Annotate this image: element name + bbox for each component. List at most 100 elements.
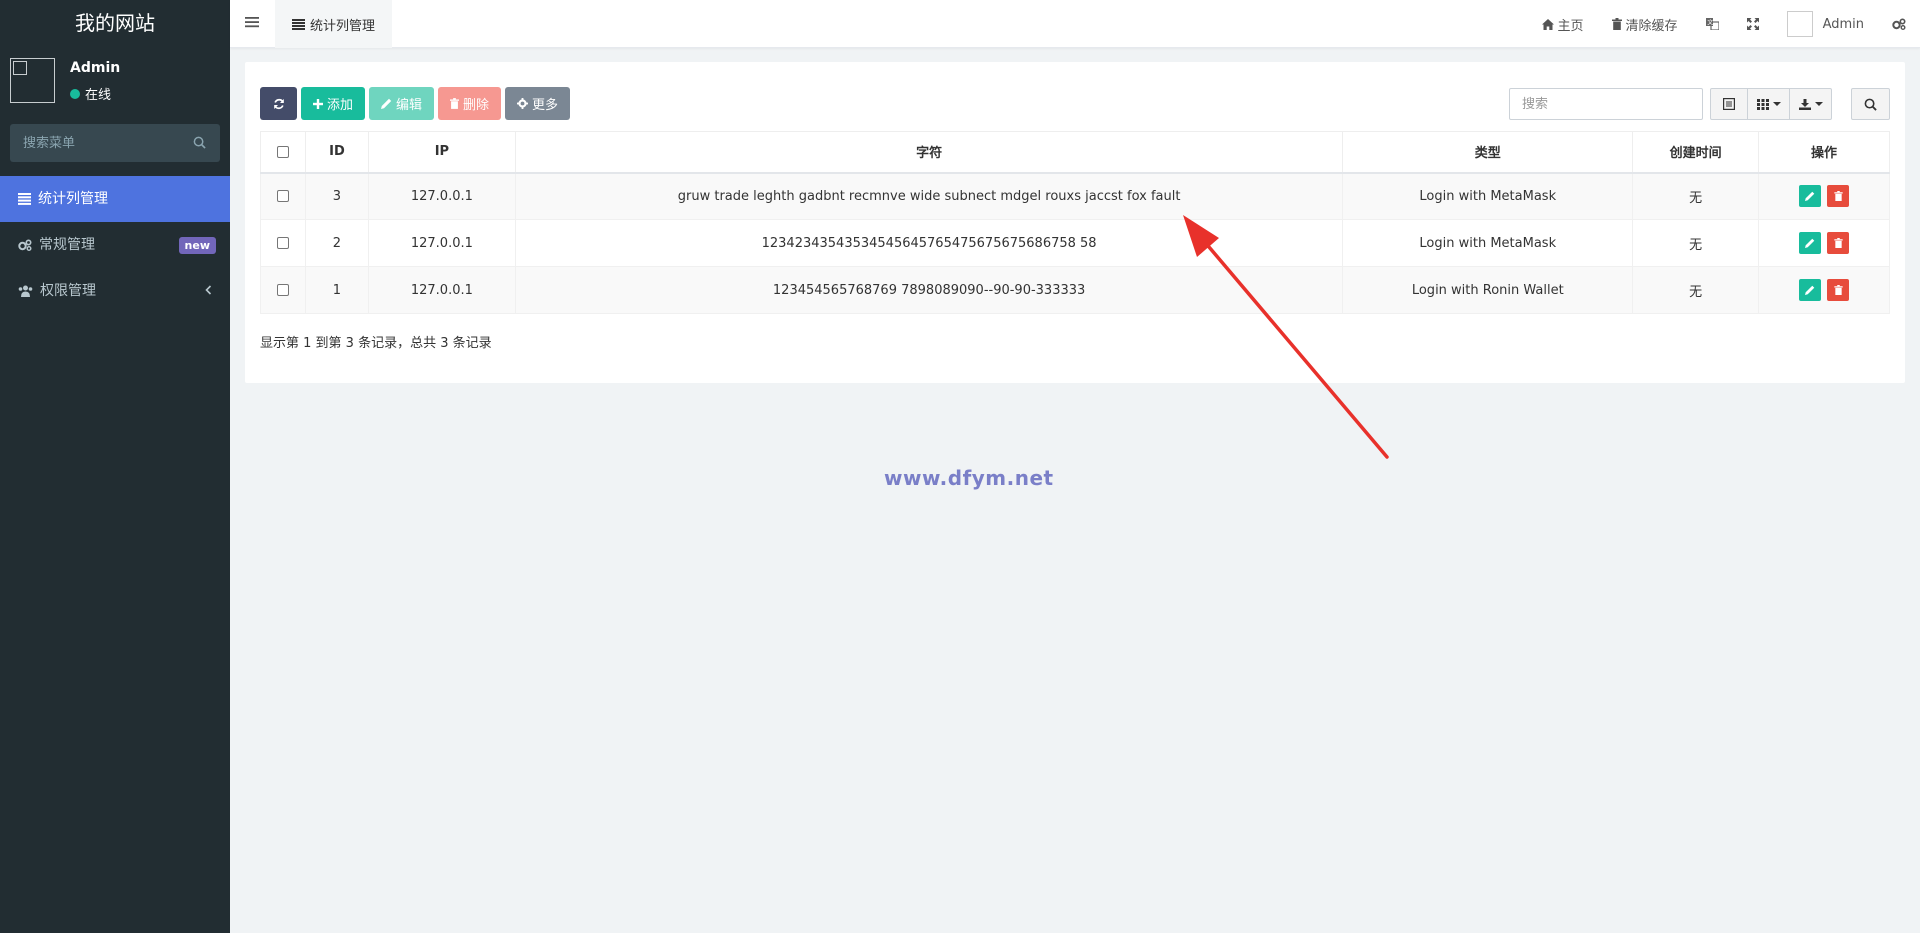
sidebar-item-stat-columns[interactable]: 统计列管理 [0, 176, 230, 222]
delete-label: 删除 [463, 98, 490, 113]
table-view-controls [1710, 88, 1832, 120]
trash-icon [1833, 285, 1843, 295]
menu-search-input[interactable] [10, 124, 220, 162]
edit-button[interactable]: 编辑 [369, 87, 435, 120]
add-button[interactable]: 添加 [301, 87, 366, 120]
row-checkbox[interactable] [276, 284, 289, 296]
sidebar-item-label: 权限管理 [40, 283, 96, 299]
row-edit-button[interactable] [1798, 185, 1821, 208]
cell-id: 1 [304, 266, 369, 314]
expand-icon [1746, 18, 1759, 30]
advanced-search-button[interactable] [1851, 88, 1890, 120]
list-icon [292, 18, 305, 30]
settings-button[interactable] [1878, 0, 1920, 48]
row-select-cell [260, 219, 306, 267]
select-all-checkbox[interactable] [276, 145, 289, 158]
data-table: ID IP 字符 类型 创建时间 操作 3 127.0.0.1 gruw tra… [260, 131, 1890, 314]
column-header[interactable]: 类型 [1342, 131, 1634, 174]
row-checkbox[interactable] [276, 237, 289, 249]
column-header[interactable]: ID [304, 131, 369, 174]
tab-stat-columns[interactable]: 统计列管理 [275, 0, 393, 48]
table-row[interactable]: 3 127.0.0.1 gruw trade leghth gadbnt rec… [260, 172, 1890, 220]
caret-down-icon [1814, 102, 1823, 106]
cell-type: Login with MetaMask [1342, 172, 1634, 220]
users-icon [18, 285, 33, 297]
table-search-input[interactable] [1509, 88, 1703, 120]
language-switch[interactable]: 文 [1692, 0, 1733, 48]
cell-ip: 127.0.0.1 [367, 266, 516, 314]
pencil-icon [1804, 285, 1815, 295]
cell-type: Login with MetaMask [1342, 219, 1634, 267]
list-alt-icon [1723, 98, 1735, 110]
row-delete-button[interactable] [1827, 279, 1850, 301]
cell-actions [1758, 266, 1890, 314]
column-header: 操作 [1758, 131, 1890, 174]
row-checkbox[interactable] [276, 190, 289, 203]
download-icon [1798, 98, 1811, 110]
toggle-card-view-button[interactable] [1710, 88, 1748, 120]
cell-actions [1758, 172, 1890, 220]
fullscreen-toggle[interactable] [1733, 0, 1773, 48]
row-select-cell [260, 172, 306, 220]
menu-search [10, 124, 220, 162]
home-link[interactable]: 主页 [1528, 0, 1598, 48]
top-header: 统计列管理 主页 清除缓存 文 Admin [230, 0, 1920, 48]
home-label: 主页 [1557, 18, 1584, 34]
row-delete-button[interactable] [1827, 185, 1850, 208]
edit-label: 编辑 [396, 98, 423, 113]
avatar [1786, 11, 1813, 37]
table-row[interactable]: 1 127.0.0.1 123454565768769 7898089090--… [260, 266, 1890, 314]
caret-down-icon [1772, 102, 1781, 106]
avatar [10, 58, 55, 103]
clear-cache-button[interactable]: 清除缓存 [1598, 0, 1692, 48]
trash-icon [450, 98, 460, 109]
delete-button[interactable]: 删除 [438, 87, 502, 120]
gear-icon [517, 98, 529, 109]
trash-icon [1611, 18, 1622, 30]
sidebar-item-label: 统计列管理 [38, 191, 108, 207]
table-row[interactable]: 2 127.0.0.1 1234234354353454564576547567… [260, 219, 1890, 267]
pagination-info: 显示第 1 到第 3 条记录，总共 3 条记录 [260, 336, 492, 351]
cell-created: 无 [1632, 172, 1760, 220]
table-toolbar: 添加 编辑 删除 更多 [260, 87, 574, 120]
row-edit-button[interactable] [1798, 279, 1821, 301]
user-status: 在线 [70, 84, 111, 103]
pencil-icon [381, 98, 392, 109]
column-header[interactable]: 创建时间 [1632, 131, 1760, 174]
language-icon: 文 [1705, 18, 1719, 30]
table-header-row: ID IP 字符 类型 创建时间 操作 [260, 131, 1890, 174]
row-delete-button[interactable] [1827, 232, 1850, 254]
cell-actions [1758, 219, 1890, 267]
column-header[interactable]: 字符 [514, 131, 1344, 174]
sidebar: 我的网站 Admin 在线 统计列管理 常规管理 new 权限管理 [0, 0, 230, 933]
sidebar-item-general[interactable]: 常规管理 new [0, 222, 230, 268]
broken-image-icon [13, 61, 27, 75]
refresh-button[interactable] [260, 87, 297, 120]
more-label: 更多 [532, 98, 559, 113]
row-select-cell [260, 266, 306, 314]
pencil-icon [1804, 238, 1815, 248]
column-header[interactable]: IP [367, 131, 516, 174]
online-dot-icon [70, 88, 80, 99]
search-icon [1864, 98, 1877, 111]
cell-id: 3 [304, 172, 369, 220]
hamburger-menu-icon[interactable] [245, 16, 259, 28]
svg-text:文: 文 [1707, 19, 1713, 27]
more-button[interactable]: 更多 [505, 87, 571, 120]
user-menu[interactable]: Admin [1773, 0, 1878, 48]
search-icon[interactable] [193, 136, 206, 149]
sidebar-item-permissions[interactable]: 权限管理 [0, 268, 230, 314]
header-right-nav: 主页 清除缓存 文 Admin [1528, 0, 1920, 48]
cell-chars: 123454565768769 7898089090--90-90-333333 [514, 266, 1344, 314]
export-dropdown[interactable] [1789, 88, 1832, 120]
pencil-icon [1804, 191, 1815, 202]
row-edit-button[interactable] [1798, 232, 1821, 254]
columns-dropdown[interactable] [1747, 88, 1790, 120]
site-brand[interactable]: 我的网站 [0, 0, 230, 48]
user-panel: Admin 在线 [0, 48, 230, 114]
cell-ip: 127.0.0.1 [367, 219, 516, 267]
sidebar-item-label: 常规管理 [39, 237, 95, 253]
gears-icon [1892, 18, 1906, 30]
trash-icon [1833, 238, 1843, 248]
cell-chars: gruw trade leghth gadbnt recmnve wide su… [514, 172, 1344, 220]
